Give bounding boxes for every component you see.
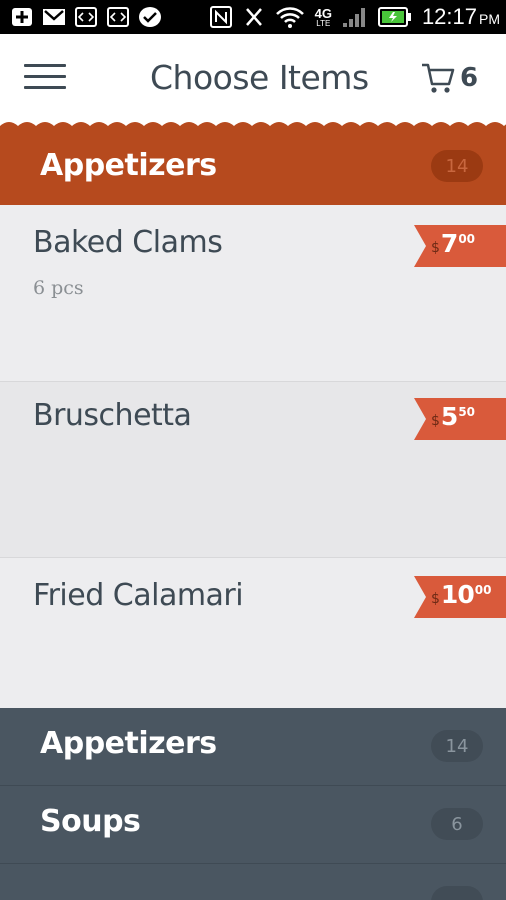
category-item-partial[interactable]: [0, 864, 506, 900]
category-item-soups[interactable]: Soups 6: [0, 786, 506, 864]
price-tag: $ 7 00: [414, 225, 506, 267]
section-title: Appetizers: [40, 148, 217, 183]
price: $ 5 50: [431, 402, 475, 431]
item-description: 6 pcs: [33, 277, 84, 299]
nfc-icon: [209, 6, 232, 28]
menu-button[interactable]: [24, 64, 66, 94]
price-whole: 7: [440, 229, 458, 258]
hamburger-icon-line: [24, 86, 66, 89]
notification-icons: [10, 6, 162, 28]
item-name: Bruschetta: [33, 398, 192, 433]
price-whole: 10: [440, 580, 475, 609]
clock-time: 12:17: [421, 4, 477, 29]
code-icon-2: [106, 6, 130, 28]
category-list: Appetizers 14 Soups 6: [0, 708, 506, 900]
price-currency: $: [431, 240, 440, 256]
category-name: Appetizers: [40, 726, 217, 761]
cart-button[interactable]: 6: [420, 60, 478, 96]
price: $ 7 00: [431, 229, 475, 258]
section-header[interactable]: Appetizers 14: [0, 130, 506, 205]
hamburger-icon-line: [24, 64, 66, 67]
category-count-badge: [431, 886, 483, 900]
price-cents: 00: [474, 583, 492, 597]
network-label: 4G: [314, 5, 332, 21]
gmail-icon: [42, 6, 66, 28]
status-bar: 4G LTE 12:17 PM: [0, 0, 506, 34]
page-title: Choose Items: [150, 58, 369, 97]
add-notification-icon: [10, 6, 34, 28]
code-icon: [74, 6, 98, 28]
app-bar: Choose Items 6: [0, 34, 506, 130]
network-type: 4G LTE: [315, 7, 332, 28]
battery-icon: [377, 7, 411, 27]
price-cents: 00: [458, 232, 476, 246]
price-tag: $ 10 00: [414, 576, 506, 618]
cart-count: 6: [460, 63, 479, 93]
item-name: Fried Calamari: [33, 578, 244, 613]
menu-item[interactable]: Baked Clams 6 pcs $ 7 00: [0, 205, 506, 382]
menu-item[interactable]: Bruschetta $ 5 50: [0, 382, 506, 558]
price-cents: 50: [458, 405, 476, 419]
clock: 12:17 PM: [422, 4, 500, 30]
menu-item[interactable]: Fried Calamari $ 10 00: [0, 558, 506, 708]
category-count-badge: 6: [431, 808, 483, 840]
item-name: Baked Clams: [33, 225, 223, 260]
price: $ 10 00: [431, 580, 491, 609]
hamburger-icon-line: [24, 75, 66, 78]
clock-ampm: PM: [479, 11, 500, 27]
category-item-appetizers[interactable]: Appetizers 14: [0, 708, 506, 786]
category-name: Soups: [40, 804, 141, 839]
price-currency: $: [431, 591, 440, 607]
price-whole: 5: [440, 402, 458, 431]
wifi-icon: [275, 7, 304, 28]
category-count-badge: 14: [431, 730, 483, 762]
network-sub-label: LTE: [316, 18, 331, 28]
cart-icon: [422, 63, 455, 93]
section-count-badge: 14: [431, 150, 483, 182]
signal-icon: [342, 8, 365, 27]
price-currency: $: [431, 413, 440, 429]
price-tag: $ 5 50: [414, 398, 506, 440]
mute-icon: [245, 8, 262, 26]
check-circle-icon: [138, 6, 162, 28]
system-icons: 4G LTE 12:17 PM: [209, 4, 500, 30]
